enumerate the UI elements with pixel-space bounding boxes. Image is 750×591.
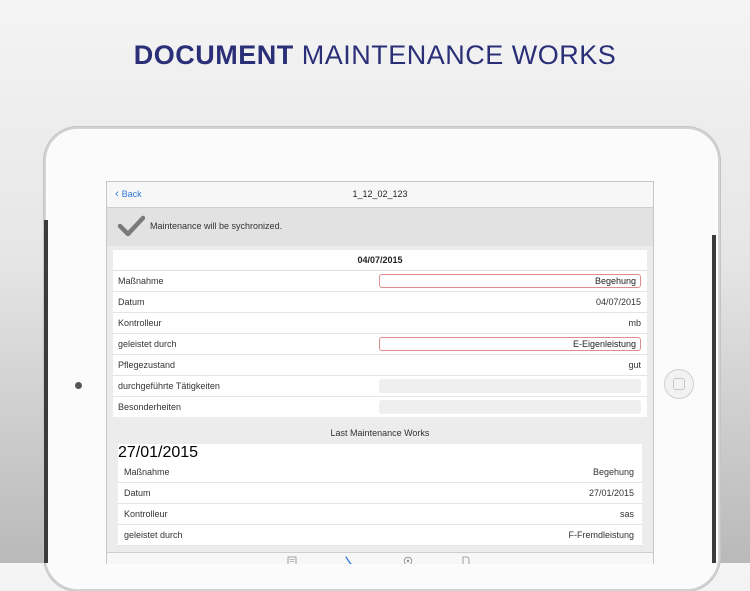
massnahme-field[interactable]: Begehung [379, 274, 641, 288]
row-label: Datum [118, 297, 145, 307]
row-value: 27/01/2015 [588, 488, 634, 498]
geleistet-durch-field[interactable]: E-Eigenleistung [379, 337, 641, 351]
tablet-edge-left [44, 220, 48, 563]
row-label: Maßnahme [124, 467, 170, 477]
row-label: geleistet durch [124, 530, 183, 540]
row-value: Begehung [592, 467, 634, 477]
field-value: Begehung [594, 276, 636, 286]
last-row-datum: Datum 27/01/2015 [118, 483, 642, 504]
page-headline: DOCUMENT MAINTENANCE WORKS [0, 40, 750, 71]
field-value: E-Eigenleistung [572, 339, 636, 349]
row-label: Besonderheiten [118, 402, 182, 412]
checkmark-icon [117, 215, 145, 237]
last-date: 27/01/2015 [118, 444, 199, 461]
headline-bold: DOCUMENT [133, 40, 294, 70]
sync-message: Maintenance will be sychronized. [150, 221, 283, 231]
maintenance-form: 04/07/2015 Maßnahme Begehung Datum 04/07… [113, 250, 647, 417]
row-value: gut [628, 360, 641, 370]
sync-banner: Maintenance will be sychronized. [107, 208, 653, 246]
page-title: 1_12_02_123 [352, 189, 408, 199]
form-row-besonderheiten: Besonderheiten [113, 397, 647, 417]
form-row-pflegezustand[interactable]: Pflegezustand gut [113, 355, 647, 376]
row-label: geleistet durch [118, 339, 177, 349]
form-row-datum[interactable]: Datum 04/07/2015 [113, 292, 647, 313]
row-label: Kontrolleur [124, 509, 168, 519]
tablet-edge-right [712, 235, 716, 563]
row-value: 04/07/2015 [595, 297, 641, 307]
last-row-kontrolleur: Kontrolleur sas [118, 504, 642, 525]
camera-icon [75, 382, 82, 389]
navigation-bar: ‹ Back 1_12_02_123 [107, 182, 653, 208]
last-maintenance-section: Last Maintenance Works 27/01/2015 Maßnah… [113, 422, 647, 552]
row-label: durchgeführte Tätigkeiten [118, 381, 220, 391]
last-row-massnahme: Maßnahme Begehung [118, 462, 642, 483]
app-screen: ‹ Back 1_12_02_123 Maintenance will be sy… [106, 181, 654, 564]
row-label: Maßnahme [118, 276, 164, 286]
row-value: sas [619, 509, 634, 519]
besonderheiten-field[interactable] [379, 400, 641, 414]
section-title: Last Maintenance Works [330, 428, 430, 438]
last-maintenance-card: 27/01/2015 Maßnahme Begehung Datum 27/01… [118, 444, 642, 546]
row-label: Pflegezustand [118, 360, 176, 370]
row-label: Kontrolleur [118, 318, 162, 328]
row-label: Datum [124, 488, 151, 498]
headline-light: MAINTENANCE WORKS [301, 40, 617, 70]
home-button[interactable] [664, 369, 694, 399]
form-date: 04/07/2015 [113, 250, 647, 271]
taetigkeiten-field[interactable] [379, 379, 641, 393]
form-row-massnahme: Maßnahme Begehung [113, 271, 647, 292]
form-row-taetigkeiten: durchgeführte Tätigkeiten [113, 376, 647, 397]
row-value: mb [628, 318, 641, 328]
row-value: F-Fremdleistung [568, 530, 634, 540]
form-row-kontrolleur[interactable]: Kontrolleur mb [113, 313, 647, 334]
tab-bar [107, 552, 653, 564]
last-row-geleistet-durch: geleistet durch F-Fremdleistung [118, 525, 642, 546]
form-row-geleistet-durch: geleistet durch E-Eigenleistung [113, 334, 647, 355]
